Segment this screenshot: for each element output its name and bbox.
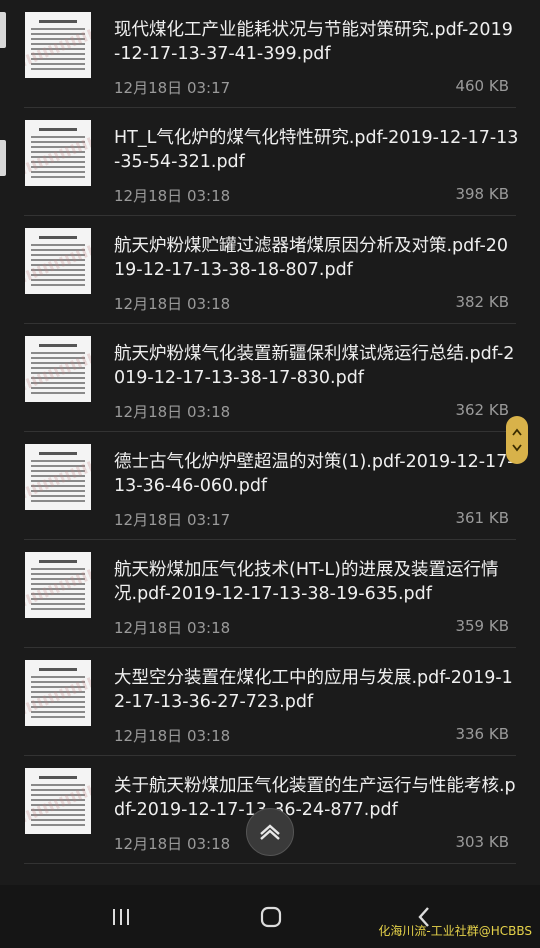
file-name: 现代煤化工产业能耗状况与节能对策研究.pdf-2019-12-17-13-37-… — [114, 20, 513, 64]
file-name: 航天粉煤加压气化技术(HT-L)的进展及装置运行情况.pdf-2019-12-1… — [114, 560, 499, 604]
file-date: 12月18日 03:18 — [114, 295, 231, 313]
file-date: 12月18日 03:18 — [114, 727, 231, 745]
file-date: 12月18日 03:18 — [114, 835, 231, 853]
fast-scroll-icon[interactable] — [506, 416, 528, 464]
watermark-text: 化海川流-工业社群@HCBBS — [378, 924, 532, 938]
file-size: 336 KB — [455, 725, 509, 743]
pdf-thumbnail — [25, 120, 91, 186]
list-item[interactable]: 德士古气化炉炉壁超温的对策(1).pdf-2019-12-17-13-36-46… — [0, 432, 540, 540]
pdf-thumbnail — [25, 228, 91, 294]
scroll-to-top-button[interactable] — [246, 808, 294, 856]
file-name: 大型空分装置在煤化工中的应用与发展.pdf-2019-12-17-13-36-2… — [114, 668, 513, 712]
file-name: 航天炉粉煤气化装置新疆保利煤试烧运行总结.pdf-2019-12-17-13-3… — [114, 344, 515, 388]
file-size: 398 KB — [455, 185, 509, 203]
list-item[interactable]: 航天粉煤加压气化技术(HT-L)的进展及装置运行情况.pdf-2019-12-1… — [0, 540, 540, 648]
list-item[interactable]: HT_L气化炉的煤气化特性研究.pdf-2019-12-17-13-35-54-… — [0, 108, 540, 216]
pdf-thumbnail — [25, 336, 91, 402]
file-size: 303 KB — [455, 833, 509, 851]
pdf-thumbnail — [25, 444, 91, 510]
edge-panel-handle[interactable] — [0, 12, 6, 48]
file-size: 361 KB — [455, 509, 509, 527]
file-size: 362 KB — [455, 401, 509, 419]
pdf-thumbnail — [25, 768, 91, 834]
chevron-up-icon — [260, 824, 280, 840]
file-size: 359 KB — [455, 617, 509, 635]
recent-apps-button[interactable] — [101, 903, 141, 931]
pdf-thumbnail — [25, 12, 91, 78]
home-button[interactable] — [251, 903, 291, 931]
file-date: 12月18日 03:18 — [114, 187, 231, 205]
file-size: 460 KB — [455, 77, 509, 95]
pdf-thumbnail — [25, 660, 91, 726]
list-item[interactable]: 大型空分装置在煤化工中的应用与发展.pdf-2019-12-17-13-36-2… — [0, 648, 540, 756]
fast-scroll-arrows-icon — [512, 428, 522, 452]
home-icon — [260, 906, 282, 928]
list-item[interactable]: 航天炉粉煤贮罐过滤器堵煤原因分析及对策.pdf-2019-12-17-13-38… — [0, 216, 540, 324]
file-date: 12月18日 03:17 — [114, 79, 231, 97]
edge-panel-handle[interactable] — [0, 140, 6, 176]
file-name: 关于航天粉煤加压气化装置的生产运行与性能考核.pdf-2019-12-17-13… — [114, 776, 516, 820]
file-date: 12月18日 03:17 — [114, 511, 231, 529]
pdf-thumbnail — [25, 552, 91, 618]
file-name: 航天炉粉煤贮罐过滤器堵煤原因分析及对策.pdf-2019-12-17-13-38… — [114, 236, 509, 280]
file-name: 德士古气化炉炉壁超温的对策(1).pdf-2019-12-17-13-36-46… — [114, 452, 514, 496]
file-size: 382 KB — [455, 293, 509, 311]
file-date: 12月18日 03:18 — [114, 403, 231, 421]
list-item[interactable]: 航天炉粉煤气化装置新疆保利煤试烧运行总结.pdf-2019-12-17-13-3… — [0, 324, 540, 432]
recent-apps-icon — [113, 909, 129, 925]
file-date: 12月18日 03:18 — [114, 619, 231, 637]
divider — [24, 863, 516, 864]
list-item[interactable]: 现代煤化工产业能耗状况与节能对策研究.pdf-2019-12-17-13-37-… — [0, 0, 540, 108]
file-name: HT_L气化炉的煤气化特性研究.pdf-2019-12-17-13-35-54-… — [114, 128, 519, 172]
navigation-bar: 化海川流-工业社群@HCBBS — [0, 885, 540, 948]
